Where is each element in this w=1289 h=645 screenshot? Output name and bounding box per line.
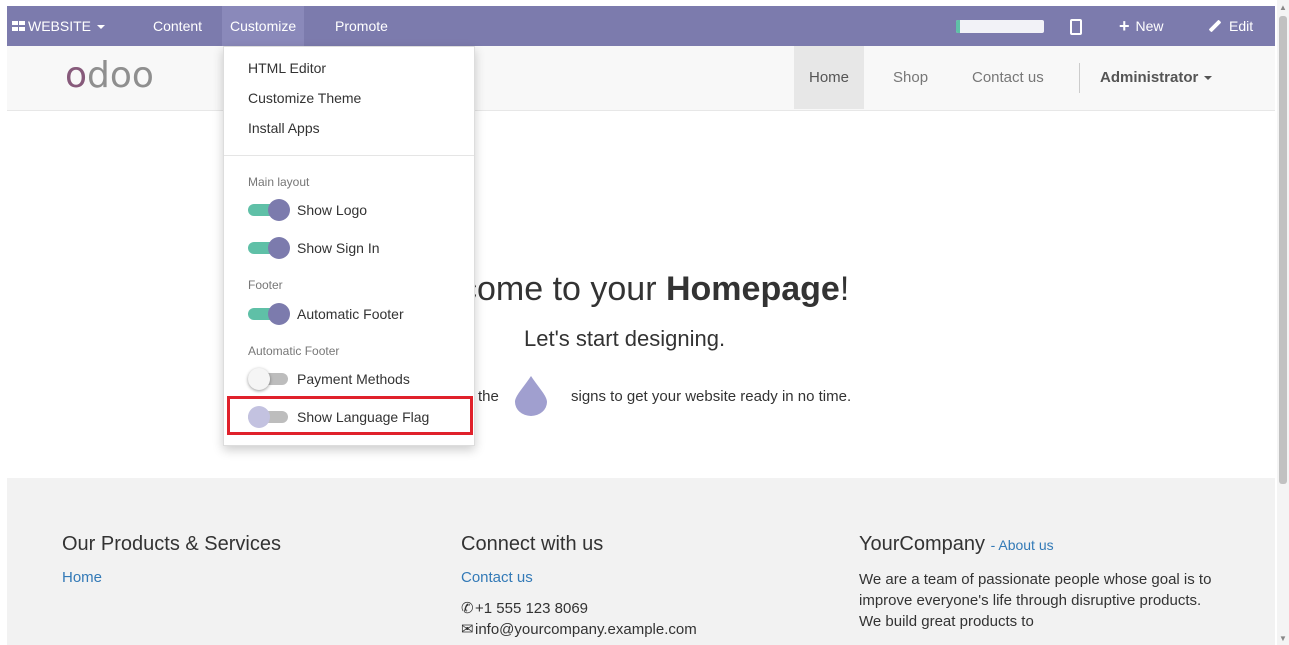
site-footer: Our Products & Services Home Connect wit… [7,478,1275,645]
nav-divider [1079,63,1080,93]
site-logo[interactable]: odoo [65,55,154,96]
nav-shop[interactable]: Shop [878,46,943,109]
menu-item-install-apps[interactable]: Install Apps [248,117,320,139]
chevron-down-icon [97,25,106,30]
highlight-box [227,396,473,435]
new-button[interactable]: + New [1119,6,1164,46]
menu-promote[interactable]: Promote [327,6,396,46]
label-payment-methods[interactable]: Payment Methods [297,368,410,390]
footer-about-column: YourCompany - About us We are a team of … [859,533,1219,632]
drop-icon [515,376,547,416]
scroll-thumb[interactable] [1279,16,1287,484]
hero-title: come to your Homepage! [460,270,849,309]
scroll-down-icon[interactable]: ▼ [1279,634,1287,643]
hero-hint-end: signs to get your website ready in no ti… [571,388,852,405]
progress-fill [956,20,961,33]
footer-products-column: Our Products & Services Home [62,533,281,586]
hero-title-prefix: come to your [460,270,666,308]
footer-about-title: YourCompany - About us [859,533,1219,556]
label-automatic-footer[interactable]: Automatic Footer [297,303,404,325]
admin-top-bar: WEBSITE Content Customize Promote + New E… [7,6,1275,46]
site-header: odoo Home Shop Contact us Administrator [7,46,1275,111]
section-automatic-footer: Automatic Footer [248,344,340,358]
label-show-sign-in[interactable]: Show Sign In [297,237,380,259]
footer-home-link[interactable]: Home [62,569,281,586]
hero-title-suffix: ! [839,270,850,308]
menu-item-html-editor[interactable]: HTML Editor [248,57,326,79]
footer-email[interactable]: ✉info@yourcompany.example.com [461,620,697,638]
nav-contact-us[interactable]: Contact us [957,46,1059,109]
hero-title-bold: Homepage [665,270,840,308]
hero-hint-start: the [478,388,499,405]
apps-grid-icon [12,21,25,31]
footer-products-title: Our Products & Services [62,533,281,555]
progress-bar [956,20,1044,33]
footer-company-name: YourCompany [859,533,986,555]
footer-phone: ✆+1 555 123 8069 [461,599,697,617]
website-apps-menu[interactable]: WEBSITE [12,6,106,46]
toggle-show-sign-in[interactable] [248,237,290,259]
menu-content[interactable]: Content [145,6,210,46]
mobile-preview-icon[interactable] [1070,19,1082,35]
user-name: Administrator [1100,69,1199,86]
hero-subtitle: Let's start designing. [524,326,726,351]
footer-phone-value: +1 555 123 8069 [475,600,589,617]
customize-dropdown: HTML Editor Customize Theme Install Apps… [223,46,475,446]
envelope-icon: ✉ [461,621,474,638]
section-footer: Footer [248,278,283,292]
user-menu[interactable]: Administrator [1100,46,1213,109]
chevron-down-icon [1204,76,1213,81]
page-scrollbar[interactable]: ▲ ▼ [1277,0,1289,645]
new-label: New [1135,18,1164,34]
website-label: WEBSITE [28,18,92,34]
toggle-automatic-footer[interactable] [248,303,290,325]
section-main-layout: Main layout [248,175,310,189]
footer-connect-column: Connect with us Contact us ✆+1 555 123 8… [461,533,697,638]
edit-label: Edit [1229,18,1254,34]
footer-about-link[interactable]: - About us [991,537,1054,553]
footer-contact-link[interactable]: Contact us [461,569,697,586]
scroll-up-icon[interactable]: ▲ [1279,3,1287,12]
footer-connect-title: Connect with us [461,533,604,555]
phone-icon: ✆ [461,600,474,617]
menu-divider [224,155,474,156]
menu-customize[interactable]: Customize [222,6,305,46]
toggle-show-logo[interactable] [248,199,290,221]
toggle-payment-methods[interactable] [248,368,290,390]
nav-home[interactable]: Home [794,46,865,109]
plus-icon: + [1119,16,1130,36]
footer-email-value: info@yourcompany.example.com [475,621,697,638]
footer-about-text: We are a team of passionate people whose… [859,571,1212,630]
pencil-icon [1208,19,1222,33]
menu-item-customize-theme[interactable]: Customize Theme [248,87,361,109]
label-show-logo[interactable]: Show Logo [297,199,367,221]
edit-button[interactable]: Edit [1208,6,1253,46]
